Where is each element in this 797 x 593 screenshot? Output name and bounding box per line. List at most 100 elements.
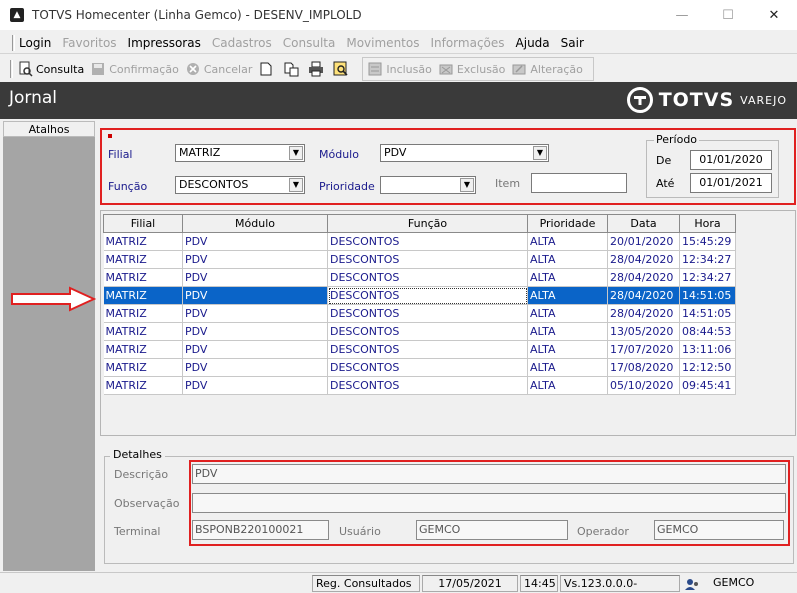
menu-consulta[interactable]: Consulta [283,36,336,50]
cell-filial[interactable]: MATRIZ [103,232,183,251]
cell-filial[interactable]: MATRIZ [103,322,183,341]
filial-select[interactable]: MATRIZ ▼ [175,144,305,162]
menu-informacoes[interactable]: Informações [430,36,504,50]
cell-prioridade[interactable]: ALTA [527,232,608,251]
cell-funcao[interactable]: DESCONTOS [327,232,528,251]
operador-field[interactable]: GEMCO [654,520,784,540]
terminal-field[interactable]: BSPONB220100021 [192,520,329,540]
cell-data[interactable]: 17/07/2020 [607,340,680,359]
cell-funcao[interactable]: DESCONTOS [327,358,528,377]
cell-hora[interactable]: 13:11:06 [679,340,736,359]
cell-filial[interactable]: MATRIZ [103,286,183,305]
cell-prioridade[interactable]: ALTA [527,268,608,287]
print-preview-button[interactable] [333,58,352,80]
observacao-field[interactable] [192,493,786,513]
chevron-down-icon[interactable]: ▼ [533,146,547,160]
cell-data[interactable]: 20/01/2020 [607,232,680,251]
cell-funcao[interactable]: DESCONTOS [327,340,528,359]
prioridade-select[interactable]: ▼ [380,176,476,194]
cell-funcao[interactable]: DESCONTOS [327,322,528,341]
cell-data[interactable]: 13/05/2020 [607,322,680,341]
de-date-input[interactable]: 01/01/2020 [690,150,772,170]
usuario-field[interactable]: GEMCO [416,520,568,540]
menu-impressoras[interactable]: Impressoras [128,36,201,50]
table-row[interactable]: MATRIZ PDV DESCONTOS ALTA 20/01/2020 15:45:29 [103,232,736,251]
table-row[interactable]: MATRIZ PDV DESCONTOS ALTA 28/04/2020 14:51:05 [103,286,736,305]
cell-funcao[interactable]: DESCONTOS [327,376,528,395]
menu-cadastros[interactable]: Cadastros [212,36,272,50]
consulta-button[interactable]: Consulta [17,58,84,80]
cell-filial[interactable]: MATRIZ [103,268,183,287]
cell-funcao[interactable]: DESCONTOS [327,286,528,305]
cell-funcao[interactable]: DESCONTOS [327,304,528,323]
menu-login[interactable]: Login [19,36,51,50]
cell-hora[interactable]: 09:45:41 [679,376,736,395]
col-prioridade[interactable]: Prioridade [527,214,608,233]
table-row[interactable]: MATRIZ PDV DESCONTOS ALTA 28/04/2020 12:34:27 [103,250,736,269]
cell-filial[interactable]: MATRIZ [103,358,183,377]
cell-hora[interactable]: 14:51:05 [679,286,736,305]
cell-data[interactable]: 28/04/2020 [607,304,680,323]
cell-data[interactable]: 05/10/2020 [607,376,680,395]
minimize-button[interactable]: — [659,0,705,30]
cell-funcao[interactable]: DESCONTOS [327,268,528,287]
cell-modulo[interactable]: PDV [182,250,328,269]
cell-modulo[interactable]: PDV [182,340,328,359]
menu-sair[interactable]: Sair [561,36,584,50]
cell-modulo[interactable]: PDV [182,376,328,395]
close-button[interactable]: ✕ [751,0,797,30]
col-data[interactable]: Data [607,214,680,233]
chevron-down-icon[interactable]: ▼ [289,178,303,192]
cell-modulo[interactable]: PDV [182,268,328,287]
table-row[interactable]: MATRIZ PDV DESCONTOS ALTA 05/10/2020 09:45:41 [103,376,736,395]
modulo-select[interactable]: PDV ▼ [380,144,549,162]
funcao-select[interactable]: DESCONTOS ▼ [175,176,305,194]
cell-data[interactable]: 28/04/2020 [607,268,680,287]
cell-modulo[interactable]: PDV [182,286,328,305]
shortcuts-header[interactable]: Atalhos [3,121,95,137]
cell-prioridade[interactable]: ALTA [527,340,608,359]
cell-modulo[interactable]: PDV [182,358,328,377]
cell-hora[interactable]: 12:34:27 [679,250,736,269]
cell-hora[interactable]: 12:34:27 [679,268,736,287]
copy-document-button[interactable] [283,58,302,80]
cancelar-button[interactable]: Cancelar [185,58,252,80]
inclusao-button[interactable]: Inclusão [367,58,432,80]
item-input[interactable] [531,173,627,193]
results-grid[interactable]: Filial Módulo Função Prioridade Data Hor… [103,214,736,395]
table-row[interactable]: MATRIZ PDV DESCONTOS ALTA 17/08/2020 12:12:50 [103,358,736,377]
cell-hora[interactable]: 14:51:05 [679,304,736,323]
cell-modulo[interactable]: PDV [182,322,328,341]
chevron-down-icon[interactable]: ▼ [289,146,303,160]
table-row[interactable]: MATRIZ PDV DESCONTOS ALTA 13/05/2020 08:44:53 [103,322,736,341]
cell-filial[interactable]: MATRIZ [103,376,183,395]
table-row[interactable]: MATRIZ PDV DESCONTOS ALTA 17/07/2020 13:11:06 [103,340,736,359]
confirmacao-button[interactable]: Confirmação [90,58,179,80]
menu-favoritos[interactable]: Favoritos [62,36,116,50]
ate-date-input[interactable]: 01/01/2021 [690,173,772,193]
cell-hora[interactable]: 15:45:29 [679,232,736,251]
cell-data[interactable]: 28/04/2020 [607,250,680,269]
cell-prioridade[interactable]: ALTA [527,322,608,341]
cell-funcao[interactable]: DESCONTOS [327,250,528,269]
cell-filial[interactable]: MATRIZ [103,304,183,323]
cell-data[interactable]: 28/04/2020 [607,286,680,305]
print-button[interactable] [308,58,327,80]
col-hora[interactable]: Hora [679,214,736,233]
exclusao-button[interactable]: Exclusão [438,58,505,80]
alteracao-button[interactable]: Alteração [511,58,583,80]
new-document-button[interactable] [258,58,277,80]
chevron-down-icon[interactable]: ▼ [460,178,474,192]
cell-filial[interactable]: MATRIZ [103,250,183,269]
menu-ajuda[interactable]: Ajuda [516,36,550,50]
cell-prioridade[interactable]: ALTA [527,358,608,377]
maximize-button[interactable]: ☐ [705,0,751,30]
table-row[interactable]: MATRIZ PDV DESCONTOS ALTA 28/04/2020 14:51:05 [103,304,736,323]
cell-prioridade[interactable]: ALTA [527,304,608,323]
cell-modulo[interactable]: PDV [182,304,328,323]
cell-data[interactable]: 17/08/2020 [607,358,680,377]
cell-prioridade[interactable]: ALTA [527,250,608,269]
menu-movimentos[interactable]: Movimentos [346,36,419,50]
cell-filial[interactable]: MATRIZ [103,340,183,359]
cell-hora[interactable]: 08:44:53 [679,322,736,341]
